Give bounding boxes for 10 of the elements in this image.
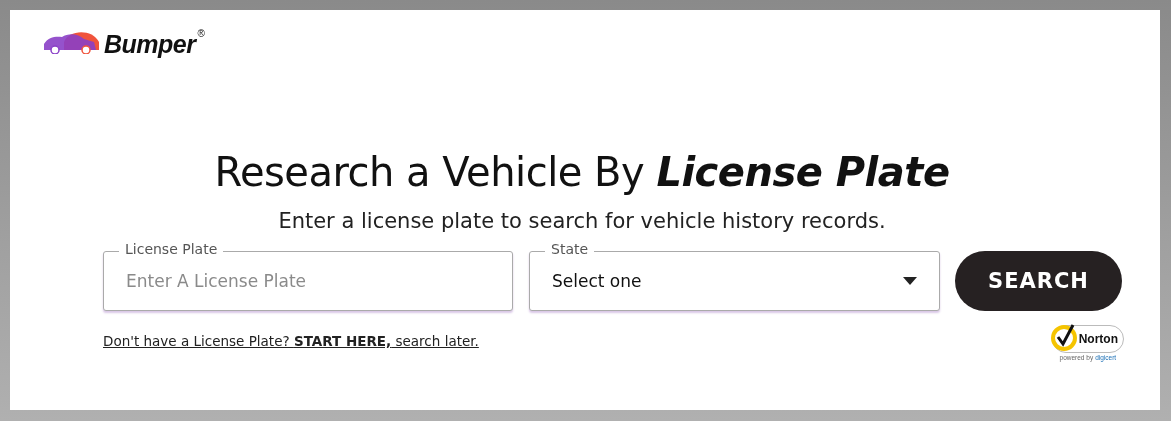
field-label: State	[545, 241, 595, 257]
start-here-link[interactable]: Don't have a License Plate? START HERE, search later.	[103, 333, 479, 349]
page-subheading: Enter a license plate to search for vehicle history records.	[277, 209, 887, 233]
brand-name: Bumper	[104, 30, 196, 59]
caret-icon	[903, 277, 917, 285]
field-label: License Plate	[119, 241, 224, 257]
seal-name: Norton	[1078, 332, 1118, 346]
registered-mark: ®	[197, 28, 205, 39]
page-heading: Research a Vehicle By License Plate	[213, 149, 951, 195]
search-button[interactable]: SEARCH	[955, 251, 1122, 311]
